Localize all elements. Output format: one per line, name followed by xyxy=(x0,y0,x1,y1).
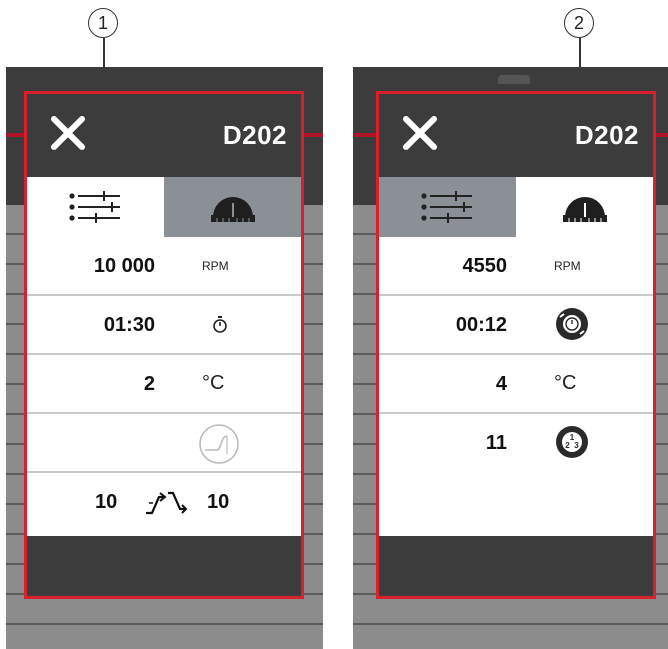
device-notch xyxy=(498,75,530,84)
display-screen: D202 4550 RPM 00:12 4 °C 11 1 2 3 xyxy=(376,91,656,599)
screen-footer xyxy=(27,536,301,596)
speed-value: 10 000 xyxy=(93,255,155,277)
gauge-icon xyxy=(562,197,607,222)
screen-header: D202 xyxy=(379,94,653,177)
speed-value: 4550 xyxy=(462,255,508,277)
cycle-row: 11 1 2 3 xyxy=(379,414,653,473)
screen-footer xyxy=(379,536,653,596)
close-icon[interactable] xyxy=(401,114,439,152)
time-row: 00:12 xyxy=(379,296,653,355)
temperature-value: 2 xyxy=(143,373,155,395)
time-value: 01:30 xyxy=(103,314,155,336)
tab-status[interactable] xyxy=(164,177,301,237)
curve-row[interactable] xyxy=(27,414,301,473)
tab-settings[interactable] xyxy=(379,177,516,237)
screen-header: D202 xyxy=(27,94,301,177)
panel-status: 2 D202 4550 RPM 00:12 4 °C 11 1 2 3 xyxy=(352,0,668,649)
deceleration-value: 10 xyxy=(207,491,230,513)
time-row[interactable]: 01:30 xyxy=(27,296,301,355)
callout-badge: 2 xyxy=(564,8,594,38)
gauge-icon xyxy=(210,197,255,222)
temperature-value: 4 xyxy=(495,373,507,395)
speed-row: 4550 RPM xyxy=(379,237,653,296)
tab-bar xyxy=(379,177,653,237)
temperature-row[interactable]: 2 °C xyxy=(27,355,301,414)
program-title: D202 xyxy=(574,120,639,150)
temperature-row: 4 °C xyxy=(379,355,653,414)
cycle-count-icon: 1 2 3 xyxy=(556,426,588,458)
sliders-icon xyxy=(68,191,120,223)
run-time-icon xyxy=(556,308,588,340)
callout-badge: 1 xyxy=(88,8,118,38)
curve-icon xyxy=(199,424,239,464)
speed-row[interactable]: 10 000 RPM xyxy=(27,237,301,296)
tab-settings[interactable] xyxy=(27,177,164,237)
speed-unit: RPM xyxy=(554,259,581,273)
cycle-count-value: 11 xyxy=(485,432,507,454)
tab-status[interactable] xyxy=(516,177,653,237)
close-icon[interactable] xyxy=(49,114,87,152)
svg-text:2: 2 xyxy=(565,441,570,450)
timer-icon xyxy=(213,316,227,333)
svg-text:3: 3 xyxy=(574,441,579,450)
sliders-icon xyxy=(420,191,472,223)
temperature-unit: °C xyxy=(554,372,577,394)
ramp-icon xyxy=(146,491,188,515)
temperature-unit: °C xyxy=(202,372,225,394)
display-screen: D202 10 000 RPM 01:30 2 °C 10 10 xyxy=(24,91,304,599)
tab-bar xyxy=(27,177,301,237)
ramp-row[interactable]: 10 10 xyxy=(27,473,301,535)
acceleration-value: 10 xyxy=(95,491,118,513)
speed-unit: RPM xyxy=(202,259,229,273)
program-title: D202 xyxy=(222,120,287,150)
panel-settings: 1 D202 10 000 RPM 01:30 2 °C 10 10 xyxy=(0,0,323,649)
run-time-value: 00:12 xyxy=(455,314,507,336)
